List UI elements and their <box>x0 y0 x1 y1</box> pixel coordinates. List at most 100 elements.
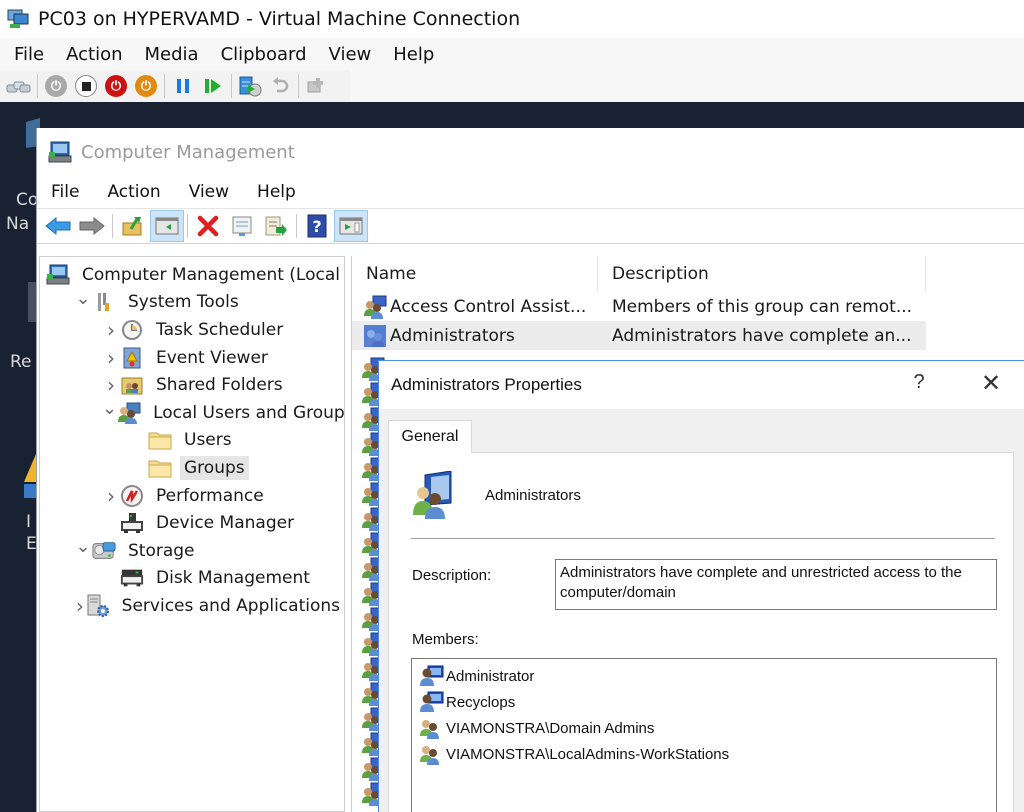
members-list[interactable]: Administrator Recyclops VIAMONSTRA\Domain … <box>411 658 997 812</box>
desktop-icon-internet-explorer[interactable] <box>22 454 36 502</box>
cm-menu-action[interactable]: Action <box>107 182 160 202</box>
computer-management-icon <box>46 264 70 286</box>
tree-item-computer-management-local[interactable]: Computer Management (Local <box>40 261 344 289</box>
vm-titlebar: PC03 on HYPERVAMD - Virtual Machine Conn… <box>0 0 1024 38</box>
list-cell-description: Members of this group can remot... <box>612 296 913 317</box>
member-item[interactable]: VIAMONSTRA\Domain Admins <box>412 715 996 741</box>
desktop-icon-computer[interactable] <box>0 118 40 158</box>
expand-chevron-icon[interactable]: › <box>102 373 120 397</box>
collapse-chevron-icon[interactable]: ⌄ <box>74 537 92 557</box>
ctrl-alt-del-button[interactable] <box>4 72 34 100</box>
group-icon <box>418 743 444 765</box>
vm-menu-file[interactable]: File <box>14 44 44 65</box>
cm-window-title: Computer Management <box>81 141 295 163</box>
tree-item-users[interactable]: Users <box>40 427 344 455</box>
tree-item-system-tools[interactable]: ⌄ System Tools <box>40 289 344 317</box>
expand-chevron-icon[interactable]: › <box>74 594 86 618</box>
column-header-name[interactable]: Name <box>352 256 598 292</box>
tree-item-task-scheduler[interactable]: › Task Scheduler <box>40 316 344 344</box>
vm-menu-media[interactable]: Media <box>145 44 199 65</box>
delete-button[interactable] <box>191 210 225 242</box>
reset-button[interactable] <box>198 72 228 100</box>
export-list-icon <box>265 216 287 236</box>
description-field[interactable]: Administrators have complete and unrestr… <box>555 559 997 610</box>
member-item[interactable]: Administrator <box>412 663 996 689</box>
expand-chevron-icon[interactable]: › <box>102 484 120 508</box>
desktop-label-name: Na <box>6 214 30 234</box>
computer-icon <box>26 118 40 148</box>
collapse-chevron-icon[interactable]: ⌄ <box>102 399 117 419</box>
administrators-properties-dialog: Administrators Properties ? ✕ General Ad… <box>378 360 1024 812</box>
start-button[interactable]: ⏻ <box>41 72 71 100</box>
dialog-help-button[interactable]: ? <box>909 371 929 394</box>
tree-item-disk-management[interactable]: Disk Management <box>40 565 344 593</box>
computer-management-icon <box>48 141 72 163</box>
revert-button[interactable] <box>265 72 295 100</box>
member-item[interactable]: Recyclops <box>412 689 996 715</box>
tree-item-label: Computer Management (Local <box>82 264 340 285</box>
shut-down-button[interactable]: ⏻ <box>101 72 131 100</box>
show-hide-console-tree-button[interactable] <box>150 210 184 242</box>
member-name: Recyclops <box>446 693 516 711</box>
expand-chevron-icon[interactable]: › <box>102 346 120 370</box>
dialog-titlebar: Administrators Properties ? ✕ <box>379 361 1024 409</box>
checkpoint-button[interactable] <box>235 72 265 100</box>
tree-item-label: Device Manager <box>156 513 295 534</box>
properties-button[interactable] <box>225 210 259 242</box>
expand-chevron-icon[interactable]: › <box>102 318 120 342</box>
forward-button[interactable] <box>75 210 109 242</box>
tree-item-storage[interactable]: ⌄ Storage <box>40 537 344 565</box>
tree-item-local-users-and-groups[interactable]: ⌄ Local Users and Groups <box>40 399 344 427</box>
revert-icon <box>273 77 289 93</box>
tree-item-services-and-applications[interactable]: › Services and Applications <box>40 592 344 620</box>
shut-down-icon: ⏻ <box>105 75 127 97</box>
tree-item-groups[interactable]: Groups <box>40 454 344 482</box>
user-icon <box>418 665 444 687</box>
description-label: Description: <box>412 567 492 584</box>
pause-button[interactable] <box>168 72 198 100</box>
event-viewer-icon <box>120 347 144 369</box>
cm-menu-view[interactable]: View <box>189 182 229 202</box>
collapse-chevron-icon[interactable]: ⌄ <box>74 289 92 309</box>
tree-item-device-manager[interactable]: Device Manager <box>40 509 344 537</box>
desktop-label-computer: Co <box>16 190 39 210</box>
list-row[interactable]: Access Control Assist... Members of this … <box>352 292 1024 321</box>
group-name-text: Access Control Assist... <box>390 296 587 317</box>
properties-icon <box>232 216 252 236</box>
vm-toolbar-background <box>350 70 1024 102</box>
dialog-close-button[interactable]: ✕ <box>979 369 1003 398</box>
toolbar-separator <box>187 214 188 238</box>
member-item[interactable]: VIAMONSTRA\LocalAdmins-WorkStations <box>412 741 996 767</box>
up-one-level-button[interactable] <box>116 210 150 242</box>
vm-menu-help[interactable]: Help <box>393 44 434 65</box>
show-hide-action-pane-button[interactable] <box>334 210 368 242</box>
tree-item-shared-folders[interactable]: › Shared Folders <box>40 371 344 399</box>
column-header-description-label: Description <box>612 264 709 284</box>
enhanced-session-button[interactable] <box>302 72 332 100</box>
member-name: VIAMONSTRA\LocalAdmins-WorkStations <box>446 745 730 763</box>
vm-menu-action[interactable]: Action <box>66 44 122 65</box>
tab-general[interactable]: General <box>388 420 472 453</box>
tree-item-label: System Tools <box>128 292 239 313</box>
vm-menu-clipboard[interactable]: Clipboard <box>221 44 307 65</box>
cm-menu-help[interactable]: Help <box>257 182 296 202</box>
vm-menu-view[interactable]: View <box>329 44 372 65</box>
turn-off-button[interactable] <box>71 72 101 100</box>
back-button[interactable] <box>41 210 75 242</box>
cm-menu-file[interactable]: File <box>51 182 79 202</box>
dialog-title: Administrators Properties <box>391 375 582 394</box>
tools-icon <box>92 291 116 313</box>
clock-icon <box>120 319 144 341</box>
delete-icon <box>197 215 219 237</box>
column-header-description[interactable]: Description <box>598 256 926 292</box>
help-icon: ? <box>307 214 327 238</box>
performance-icon <box>120 484 144 507</box>
save-button[interactable]: ⏻ <box>131 72 161 100</box>
help-button[interactable]: ? <box>300 210 334 242</box>
list-cell-description: Administrators have complete an... <box>598 321 926 350</box>
tree-item-performance[interactable]: › Performance <box>40 482 344 510</box>
export-list-button[interactable] <box>259 210 293 242</box>
cm-titlebar: Computer Management <box>37 128 1024 176</box>
tree-item-event-viewer[interactable]: › Event Viewer <box>40 344 344 372</box>
list-row[interactable]: Administrators Administrators have comple… <box>352 321 1024 350</box>
